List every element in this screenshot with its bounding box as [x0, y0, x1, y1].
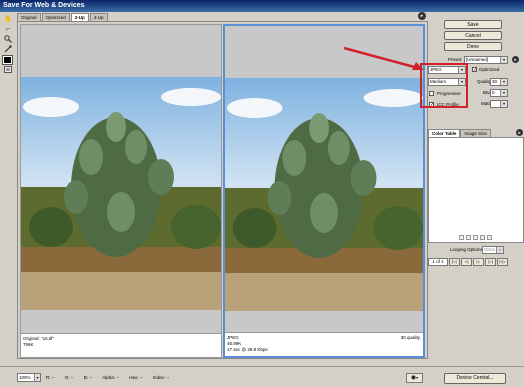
- optimized-label: Optimized: [479, 67, 500, 72]
- readout-b: B: --: [83, 375, 93, 380]
- last-frame-icon[interactable]: ▷▷: [497, 258, 508, 266]
- lock-color-icon[interactable]: [473, 235, 478, 240]
- toggle-slices-icon[interactable]: [3, 66, 13, 75]
- looping-options-select[interactable]: Once ▾: [482, 246, 504, 254]
- original-size: 756K: [23, 342, 34, 347]
- optimized-checkbox[interactable]: ✓: [472, 67, 477, 73]
- preview-in-browser-button[interactable]: ◉▾: [406, 373, 423, 383]
- optimized-quality: 30 quality: [400, 335, 420, 340]
- preset-menu-arrow-icon[interactable]: ▸: [512, 56, 519, 63]
- window-title: Save For Web & Devices: [0, 0, 524, 12]
- tab-color-table[interactable]: Color Table: [428, 129, 461, 137]
- panel-tabs: Color Table Image Size: [428, 129, 491, 137]
- matte-select[interactable]: ▾: [490, 100, 508, 108]
- first-frame-icon[interactable]: |◁: [449, 258, 460, 266]
- view-menu-arrow-icon[interactable]: ▸: [418, 12, 426, 20]
- chevron-down-icon: ▾: [500, 90, 507, 96]
- device-central-button[interactable]: Device Central...: [444, 373, 506, 384]
- tab-4-up[interactable]: 4-Up: [89, 13, 108, 21]
- next-frame-icon[interactable]: ▷|: [485, 258, 496, 266]
- tab-optimized[interactable]: Optimized: [41, 13, 70, 21]
- original-info: Original: "16.tif" 756K: [21, 333, 221, 357]
- cancel-button[interactable]: Cancel: [444, 31, 502, 40]
- map-color-icon[interactable]: [459, 235, 464, 240]
- color-table[interactable]: [428, 137, 524, 243]
- original-pane[interactable]: Original: "16.tif" 756K: [20, 24, 222, 358]
- zoom-select[interactable]: 100% ▾: [17, 373, 41, 382]
- tab-original[interactable]: Original: [17, 13, 41, 21]
- delete-color-icon[interactable]: [487, 235, 492, 240]
- status-bar: 100% ▾ R: -- G: -- B: -- Alpha: -- Hex: -…: [0, 366, 524, 387]
- chevron-down-icon: ▾: [500, 101, 507, 107]
- tab-2-up[interactable]: 2-Up: [70, 13, 89, 21]
- eyedropper-color-swatch[interactable]: [2, 55, 13, 65]
- optimized-image: [225, 78, 423, 311]
- new-color-icon[interactable]: [480, 235, 485, 240]
- readout-alpha: Alpha: --: [102, 375, 120, 380]
- chevron-down-icon: ▾: [500, 79, 507, 85]
- quality-input[interactable]: 30 ▾: [490, 78, 508, 86]
- save-button[interactable]: Save: [444, 20, 502, 29]
- view-tabs: Original Optimized 2-Up 4-Up: [17, 13, 109, 21]
- blur-input[interactable]: 0 ▾: [490, 89, 508, 97]
- looping-options-label: Looping Options:: [450, 247, 485, 252]
- play-icon[interactable]: ▷: [473, 258, 484, 266]
- web-shift-icon[interactable]: [466, 235, 471, 240]
- eyedropper-tool-icon[interactable]: [3, 45, 13, 54]
- original-image: [21, 77, 221, 310]
- readout-hex: Hex: --: [129, 375, 143, 380]
- readout-g: G: --: [64, 375, 74, 380]
- readout-r: R: --: [46, 375, 55, 380]
- optimized-download-time: 17 sec @ 28.8 Kbps: [227, 347, 268, 352]
- color-readout: R: -- G: -- B: -- Alpha: -- Hex: -- Inde…: [46, 375, 179, 381]
- panel-menu-arrow-icon[interactable]: ▸: [516, 129, 523, 136]
- optimized-pane[interactable]: JPEG 46.99K 17 sec @ 28.8 Kbps 30 qualit…: [223, 24, 425, 358]
- toolbox: ✋ ⌐: [2, 14, 15, 84]
- frame-counter: 1 of 1: [428, 258, 448, 266]
- annotation-arrow-icon: [343, 46, 424, 70]
- chevron-down-icon: ▾: [34, 374, 40, 381]
- color-table-actions: [459, 235, 494, 240]
- chevron-down-icon: ▾: [500, 57, 507, 63]
- optimized-info: JPEG 46.99K 17 sec @ 28.8 Kbps 30 qualit…: [225, 332, 423, 356]
- slice-select-tool-icon[interactable]: ⌐: [3, 25, 13, 34]
- hand-tool-icon[interactable]: ✋: [3, 15, 13, 24]
- preset-select[interactable]: [Unnamed] ▾: [464, 56, 508, 64]
- readout-index: Index: --: [152, 375, 170, 380]
- tab-image-size[interactable]: Image Size: [460, 129, 491, 137]
- previous-frame-icon[interactable]: ◁: [461, 258, 472, 266]
- zoom-tool-icon[interactable]: [3, 35, 13, 44]
- animation-controls: 1 of 1 |◁ ◁ ▷ ▷| ▷▷: [428, 258, 509, 266]
- done-button[interactable]: Done: [444, 42, 502, 51]
- chevron-down-icon: ▾: [496, 247, 503, 253]
